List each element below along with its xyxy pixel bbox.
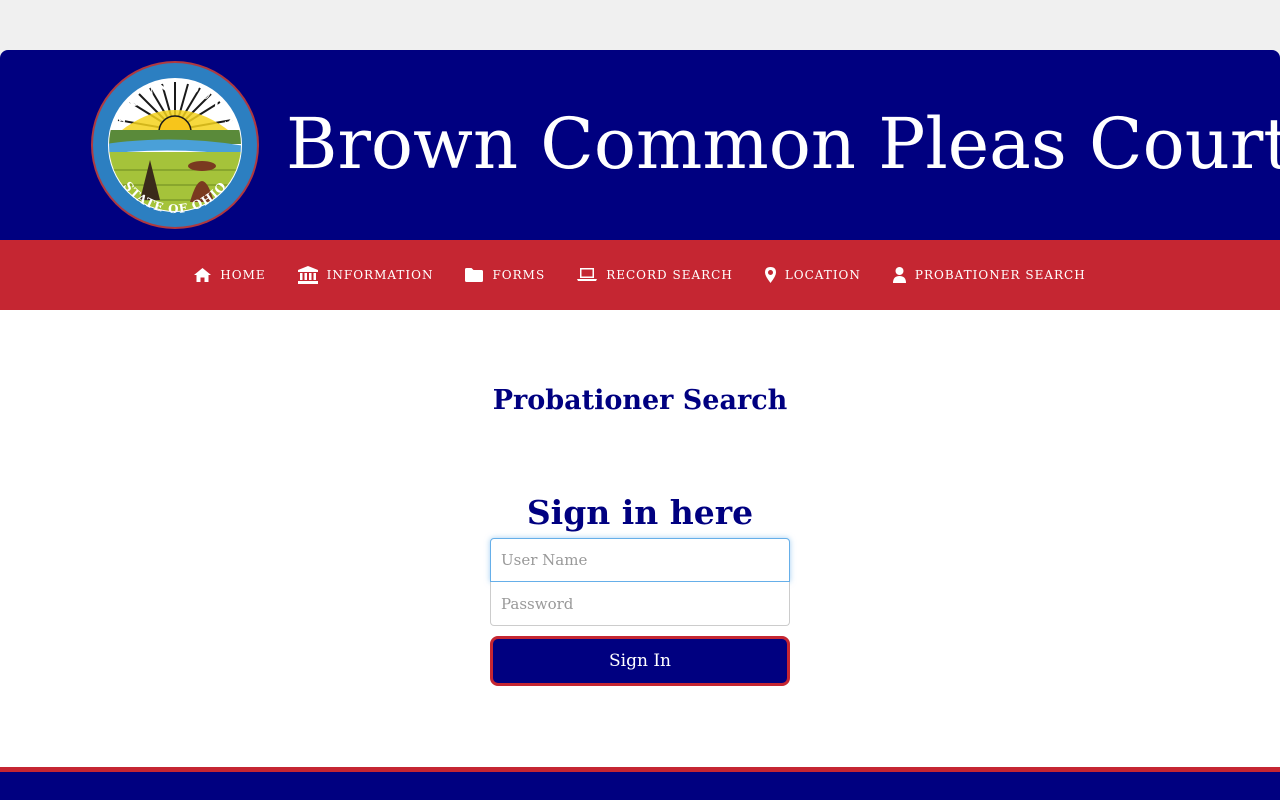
nav-item-label: FORMS: [492, 268, 546, 282]
nav-item-home[interactable]: HOME: [194, 268, 265, 282]
nav-item-forms[interactable]: FORMS: [465, 268, 545, 282]
nav-item-label: RECORD SEARCH: [606, 268, 733, 282]
user-icon: [892, 267, 906, 283]
main-navbar: HOME INFORMATION FORMS RECORD SEARCH LOC…: [0, 240, 1280, 310]
county-seal-logo: BROWN COUNTY STATE OF OHIO: [91, 61, 259, 229]
nav-item-location[interactable]: LOCATION: [764, 267, 861, 283]
main-content: Probationer Search Sign in here Sign In: [0, 310, 1280, 767]
nav-item-label: PROBATIONER SEARCH: [914, 268, 1086, 282]
nav-item-label: INFORMATION: [326, 268, 434, 282]
folder-icon: [465, 268, 484, 282]
sign-in-button[interactable]: Sign In: [490, 636, 790, 686]
nav-item-probationer-search[interactable]: PROBATIONER SEARCH: [892, 267, 1086, 283]
site-header: BROWN COUNTY STATE OF OHIO Brown Common …: [0, 50, 1280, 240]
nav-item-record-search[interactable]: RECORD SEARCH: [577, 268, 733, 282]
username-input[interactable]: [490, 538, 790, 582]
laptop-icon: [577, 268, 598, 281]
map-pin-icon: [764, 267, 776, 283]
site-title: Brown Common Pleas Court: [286, 103, 1280, 185]
nav-item-information[interactable]: INFORMATION: [297, 266, 434, 284]
top-strip: [0, 0, 1280, 50]
page-title: Probationer Search: [492, 385, 788, 416]
password-input[interactable]: [490, 582, 790, 626]
site-footer: [0, 772, 1280, 800]
courthouse-icon: [297, 266, 318, 284]
nav-item-label: HOME: [220, 268, 266, 282]
home-icon: [194, 268, 212, 282]
sign-in-heading: Sign in here: [526, 493, 754, 532]
nav-item-label: LOCATION: [784, 268, 861, 282]
